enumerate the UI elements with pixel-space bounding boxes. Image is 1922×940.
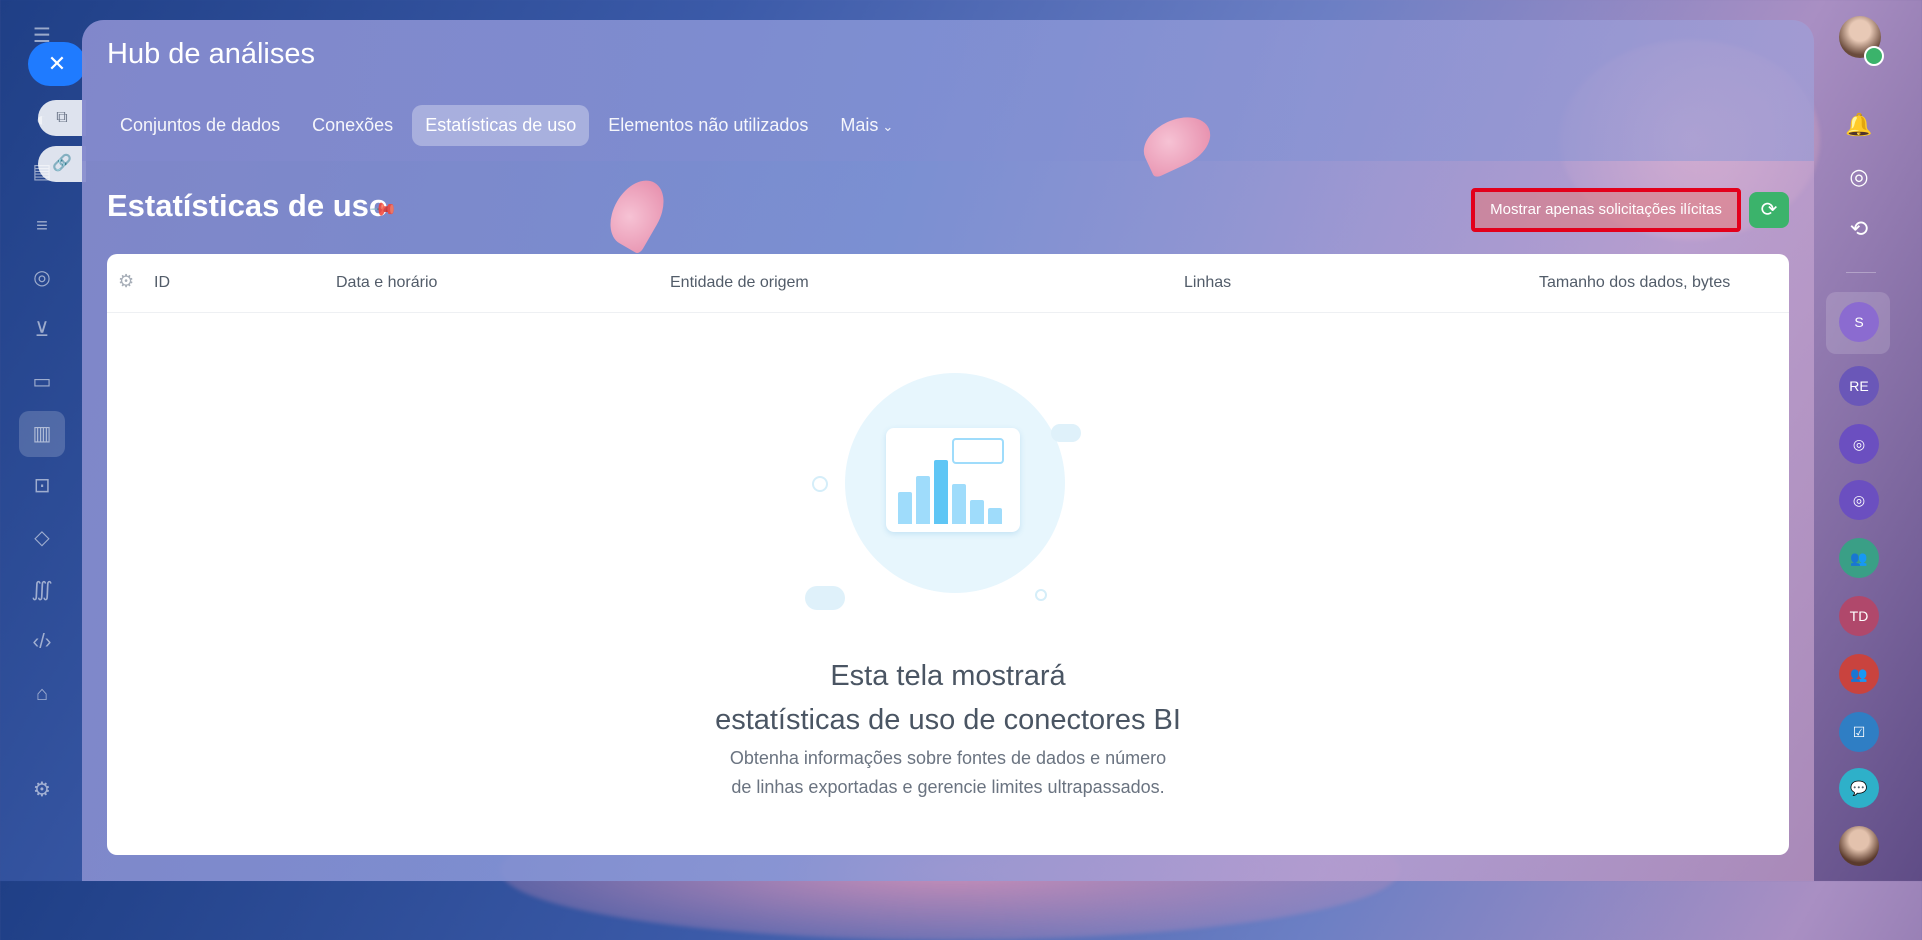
- chat-avatar-person[interactable]: [1839, 826, 1879, 866]
- tab-connections[interactable]: Conexões: [299, 105, 406, 146]
- online-status-icon: [1864, 46, 1884, 66]
- refresh-icon: ⟳: [1760, 199, 1778, 221]
- bar-illustration: [970, 500, 984, 524]
- bar-illustration: [934, 460, 948, 524]
- card-icon[interactable]: ▭: [28, 368, 56, 396]
- table-header: ⚙ ID Data e horário Entidade de origem L…: [107, 254, 1789, 313]
- empty-state-subtitle-line1: Obtenha informações sobre fontes de dado…: [729, 748, 1167, 768]
- robot-icon[interactable]: ⊡: [28, 472, 56, 500]
- close-slider-button[interactable]: ✕: [28, 42, 86, 86]
- empty-state-illustration: [845, 373, 1065, 593]
- background-petal: [599, 171, 675, 255]
- bar-illustration: [898, 492, 912, 524]
- column-header-rows[interactable]: Linhas: [1184, 274, 1231, 292]
- box-icon[interactable]: ◇: [28, 524, 56, 552]
- sync-icon[interactable]: ⟲: [1842, 212, 1876, 246]
- chat-avatar-re[interactable]: RE: [1839, 366, 1879, 406]
- chevron-down-icon: ⌄: [882, 119, 894, 134]
- analytics-icon[interactable]: ▥: [28, 420, 56, 448]
- bar-illustration: [952, 484, 966, 524]
- open-new-window-button[interactable]: ⧉: [38, 100, 86, 136]
- empty-state-title: Esta tela mostrará estatísticas de uso d…: [107, 654, 1789, 742]
- column-header-id[interactable]: ID: [154, 274, 170, 292]
- tab-more[interactable]: Mais ⌄: [827, 105, 906, 146]
- bar-illustration: [988, 508, 1002, 524]
- decor-cloud: [1051, 424, 1081, 442]
- target-icon[interactable]: ◎: [28, 264, 56, 292]
- copilot-icon[interactable]: ◎: [1842, 160, 1876, 194]
- chat-avatar-td[interactable]: TD: [1839, 596, 1879, 636]
- tooltip-illustration: [952, 438, 1004, 464]
- analytics-hub-panel: Hub de análises Conjuntos de dados Conex…: [82, 20, 1814, 881]
- usage-statistics-table: ⚙ ID Data e horário Entidade de origem L…: [107, 254, 1789, 855]
- refresh-button[interactable]: ⟳: [1749, 192, 1789, 228]
- filter-icon[interactable]: ≡: [28, 212, 56, 240]
- tab-unused-elements[interactable]: Elementos não utilizados: [595, 105, 821, 146]
- copy-link-button[interactable]: 🔗: [38, 146, 86, 182]
- chat-avatar-group[interactable]: ◎: [1839, 480, 1879, 520]
- settings-icon[interactable]: ⚙: [28, 776, 56, 804]
- tasks-avatar[interactable]: ☑: [1839, 712, 1879, 752]
- column-header-data-size[interactable]: Tamanho dos dados, bytes: [1539, 274, 1730, 292]
- chat-avatar-messages[interactable]: 💬: [1839, 768, 1879, 808]
- chart-card-illustration: [886, 428, 1020, 532]
- sidebar-divider: [1846, 272, 1876, 273]
- bar-illustration: [916, 476, 930, 524]
- column-header-datetime[interactable]: Data e horário: [336, 274, 437, 292]
- show-illicit-requests-button[interactable]: Mostrar apenas solicitações ilícitas: [1471, 188, 1741, 232]
- empty-state-title-line2: estatísticas de uso de conectores BI: [715, 704, 1181, 736]
- tab-bar: Conjuntos de dados Conexões Estatísticas…: [107, 105, 906, 146]
- app-title: Hub de análises: [107, 38, 315, 70]
- chat-avatar-s[interactable]: S: [1839, 302, 1879, 342]
- gear-icon[interactable]: ⚙: [118, 271, 134, 292]
- notifications-icon[interactable]: 🔔: [1842, 108, 1876, 142]
- code-icon[interactable]: ‹/›: [28, 628, 56, 656]
- column-header-source-entity[interactable]: Entidade de origem: [670, 274, 809, 292]
- decor-dot: [1035, 589, 1047, 601]
- empty-state-subtitle-line2: de linhas exportadas e gerencie limites …: [731, 777, 1165, 797]
- chat-avatar-group[interactable]: ◎: [1839, 424, 1879, 464]
- empty-state-title-line1: Esta tela mostrará: [830, 660, 1066, 692]
- cart-icon[interactable]: ⊻: [28, 316, 56, 344]
- page-title: Estatísticas de uso: [107, 188, 388, 223]
- chat-avatar-team[interactable]: 👥: [1839, 538, 1879, 578]
- decor-cloud: [805, 586, 845, 610]
- tab-datasets[interactable]: Conjuntos de dados: [107, 105, 293, 146]
- signature-icon[interactable]: ∭: [28, 576, 56, 604]
- tab-more-label: Mais: [840, 115, 879, 135]
- decor-dot: [812, 476, 828, 492]
- tab-usage-statistics[interactable]: Estatísticas de uso: [412, 105, 590, 146]
- chat-avatar-team[interactable]: 👥: [1839, 654, 1879, 694]
- empty-state-subtitle: Obtenha informações sobre fontes de dado…: [107, 744, 1789, 802]
- store-icon[interactable]: ⌂: [28, 680, 56, 708]
